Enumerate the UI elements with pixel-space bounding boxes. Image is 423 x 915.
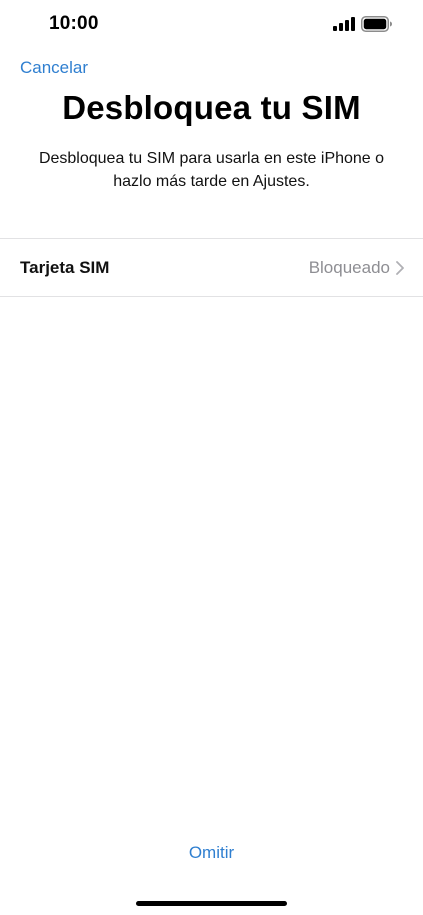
signal-icon	[333, 17, 355, 31]
skip-button[interactable]: Omitir	[0, 843, 423, 863]
sim-card-status: Bloqueado	[308, 258, 390, 277]
status-time: 10:00	[49, 13, 99, 34]
status-bar: 10:00	[0, 0, 423, 50]
chevron-right-icon	[396, 261, 404, 275]
sim-card-row[interactable]: Tarjeta SIM Bloqueado	[0, 238, 423, 297]
status-icons	[333, 16, 393, 32]
battery-icon	[361, 16, 393, 32]
home-indicator[interactable]	[136, 901, 287, 906]
page-title: Desbloquea tu SIM	[62, 89, 361, 126]
screen: 10:00 Cancelar Desbloquea tu SIM Desbloq…	[0, 0, 423, 915]
page-subtitle: Desbloquea tu SIM para usarla en este iP…	[38, 150, 385, 190]
cancel-button[interactable]: Cancelar	[20, 58, 88, 78]
sim-card-label: Tarjeta SIM	[20, 258, 110, 277]
